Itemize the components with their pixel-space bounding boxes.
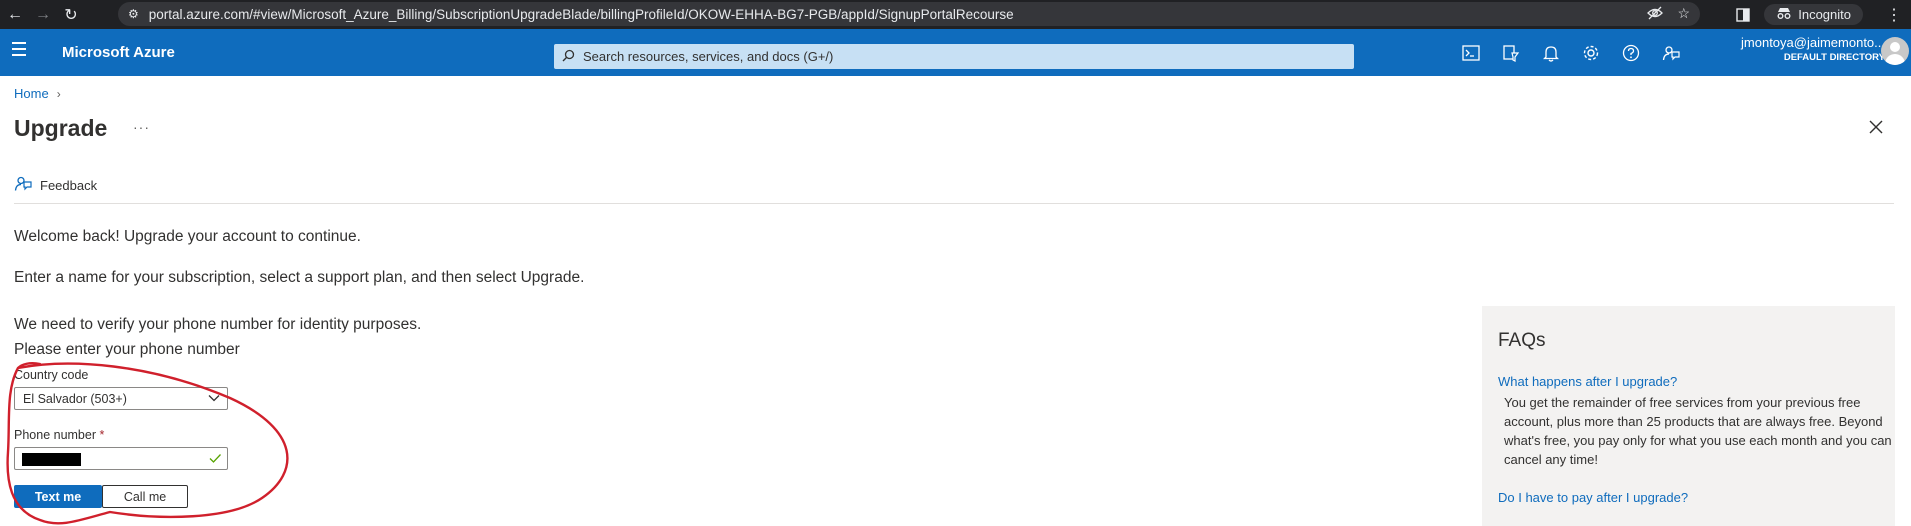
bookmark-star-icon[interactable]: ☆ (1677, 5, 1690, 24)
red-annotation-circle (6, 362, 289, 525)
breadcrumb-home[interactable]: Home (14, 86, 49, 101)
browser-toolbar: ← → ↻ ⚙ portal.azure.com/#view/Microsoft… (0, 0, 1911, 29)
faq-title: FAQs (1498, 330, 1546, 351)
back-icon[interactable]: ← (2, 2, 28, 28)
incognito-icon (1776, 7, 1792, 22)
incognito-label: Incognito (1798, 7, 1851, 22)
browser-menu-icon[interactable]: ⋮ (1881, 2, 1907, 28)
url-text: portal.azure.com/#view/Microsoft_Azure_B… (148, 6, 1014, 22)
feedback-label: Feedback (40, 177, 98, 193)
close-icon[interactable] (1867, 118, 1885, 136)
help-icon[interactable] (1620, 42, 1642, 64)
user-directory: DEFAULT DIRECTORY (1783, 52, 1885, 63)
account-menu[interactable]: jmontoya@jaimemonto... DEFAULT DIRECTORY (1700, 35, 1885, 63)
chevron-right-icon: › (56, 86, 61, 101)
verify-text: We need to verify your phone number for … (14, 316, 422, 333)
address-bar[interactable]: ⚙ portal.azure.com/#view/Microsoft_Azure… (118, 2, 1700, 26)
azure-brand[interactable]: Microsoft Azure (62, 44, 175, 61)
search-input[interactable] (583, 49, 1283, 64)
feedback-command[interactable]: Feedback (14, 175, 97, 195)
hamburger-menu-icon[interactable] (12, 42, 28, 60)
notifications-bell-icon[interactable] (1540, 42, 1562, 64)
breadcrumb: Home › (14, 86, 61, 101)
search-icon (562, 49, 575, 65)
more-options-icon[interactable]: ··· (133, 119, 150, 135)
feedback-icon (14, 175, 32, 195)
faq-answer-text: You get the remainder of free services f… (1504, 395, 1892, 467)
page-title: Upgrade (14, 115, 108, 141)
faq-panel: FAQs What happens after I upgrade? You g… (1482, 306, 1895, 526)
welcome-text: Welcome back! Upgrade your account to co… (14, 228, 361, 245)
site-settings-icon[interactable]: ⚙ (128, 7, 139, 21)
user-name: jmontoya@jaimemonto... (1741, 35, 1885, 50)
global-search[interactable] (554, 44, 1354, 69)
forward-icon[interactable]: → (30, 2, 56, 28)
feedback-header-icon[interactable] (1660, 42, 1682, 64)
faq-question-link[interactable]: What happens after I upgrade? (1498, 374, 1677, 389)
incognito-indicator[interactable]: Incognito (1764, 4, 1863, 25)
cloud-shell-icon[interactable] (1460, 42, 1482, 64)
reload-icon[interactable]: ↻ (58, 2, 84, 28)
enter-phone-text: Please enter your phone number (14, 341, 240, 358)
eye-off-icon[interactable] (1647, 5, 1664, 24)
instructions-text: Enter a name for your subscription, sele… (14, 269, 585, 286)
settings-gear-icon[interactable] (1580, 42, 1602, 64)
directory-filter-icon[interactable] (1500, 42, 1522, 64)
side-panel-icon[interactable] (1730, 2, 1756, 28)
avatar[interactable] (1881, 37, 1909, 65)
azure-header: Microsoft Azure jmontoya@jaimemonto... D… (0, 29, 1911, 76)
command-bar-divider (14, 203, 1894, 204)
faq-question-link[interactable]: Do I have to pay after I upgrade? (1498, 490, 1688, 505)
